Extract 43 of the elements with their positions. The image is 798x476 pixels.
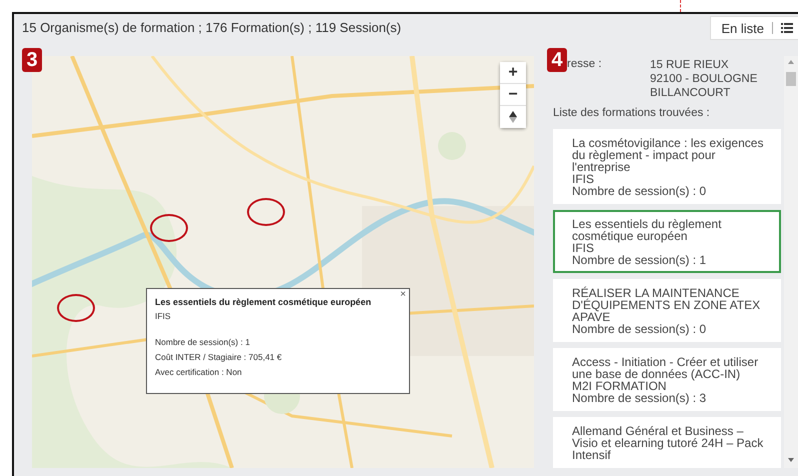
list-title: Liste des formations trouvées : [553,107,711,119]
list-view-toggle[interactable]: En liste [710,16,798,40]
address-label: resse : [567,58,603,72]
step-badge: 3 [22,48,42,72]
session-count: Nombre de session(s) : 0 [572,323,708,335]
compass-button[interactable] [500,106,526,128]
step-badge: 4 [547,48,567,72]
map-marker[interactable] [247,198,285,226]
popup-detail: Avec certification : Non [155,367,243,377]
scrollbar[interactable] [784,56,798,468]
provider-name: IFIS [572,242,594,254]
compass-icon [509,111,517,123]
scroll-down-icon [788,458,794,462]
zoom-in-button[interactable]: + [500,62,526,84]
zoom-out-button[interactable]: − [500,84,526,106]
formation-card[interactable]: La cosmétovigilance : les exigences du règlement - impact pour l'entreprise IFIS Nombre de session(s) : 0 [553,129,781,204]
map-marker[interactable] [57,294,95,322]
formation-card[interactable]: Les essentiels du règlement cosmétique européen IFIS Nombre de session(s) : 1 [553,210,781,273]
formation-card[interactable]: Allemand Général et Business – Visio et elearning tutoré 24H – Pack Intensif [553,417,781,468]
provider-name: APAVE [572,311,610,323]
formation-title: Allemand Général et Business – Visio et elearning tutoré 24H – Pack Intensif [572,425,764,461]
results-summary: 15 Organisme(s) de formation ; 176 Formation(s) ; 119 Session(s) [22,20,402,34]
scroll-thumb[interactable] [786,72,796,86]
formation-title: Access - Initiation - Créer et utiliser une base de données (ACC-IN) [572,356,760,380]
formation-card[interactable]: Access - Initiation - Créer et utiliser une base de données (ACC-IN) M2I FORMATION Nombre de session(s) : 3 [553,348,781,411]
close-button[interactable]: × [400,289,406,300]
formation-title: RÉALISER LA MAINTENANCE D'ÉQUIPEMENTS EN ZONE ATEX [572,287,762,311]
popup-provider: IFIS [155,311,172,321]
list-icon [781,23,793,33]
scroll-up-icon [788,60,794,64]
session-count: Nombre de session(s) : 0 [572,185,708,197]
formation-title: La cosmétovigilance : les exigences du règlement - impact pour l'entreprise [572,137,764,173]
popup-detail: Coût INTER / Stagiaire : 705,41 € [155,352,283,362]
map-marker[interactable] [150,214,188,242]
popup-detail: Nombre de session(s) : 1 [155,337,251,347]
formation-card[interactable]: RÉALISER LA MAINTENANCE D'ÉQUIPEMENTS EN ZONE ATEX APAVE Nombre de session(s) : 0 [553,279,781,342]
popup-title: Les essentiels du règlement cosmétique européen [155,297,372,307]
address-value: 15 RUE RIEUX 92100 - BOULOGNE BILLANCOURT [650,58,758,100]
session-count: Nombre de session(s) : 3 [572,392,708,404]
session-count: Nombre de session(s) : 1 [572,254,708,266]
formation-title: Les essentiels du règlement cosmétique européen [572,218,722,242]
provider-name: IFIS [572,173,594,185]
provider-name: M2I FORMATION [572,380,668,392]
